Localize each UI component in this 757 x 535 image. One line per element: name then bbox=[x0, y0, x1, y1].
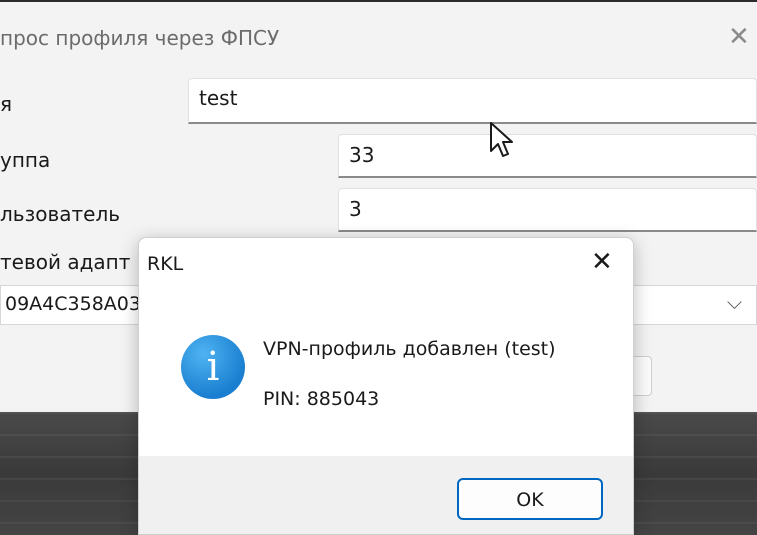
message-dialog: RKL ✕ i VPN-профиль добавлен (test) PIN:… bbox=[138, 237, 634, 535]
dialog-close-icon[interactable]: ✕ bbox=[591, 248, 613, 276]
window-title: прос профиля через ФПСУ bbox=[0, 26, 280, 50]
title-bar: прос профиля через ФПСУ ✕ bbox=[0, 2, 757, 64]
dialog-title: RKL bbox=[147, 253, 184, 275]
adapter-label: тевой адапт bbox=[0, 250, 131, 274]
group-label: уппа bbox=[0, 148, 51, 172]
chevron-down-icon[interactable]: ⌵ bbox=[727, 290, 742, 314]
name-input[interactable]: test bbox=[188, 78, 757, 124]
info-icon: i bbox=[181, 335, 245, 399]
dialog-message: VPN-профиль добавлен (test) bbox=[263, 338, 556, 360]
user-input[interactable]: 3 bbox=[338, 188, 757, 232]
dialog-footer: OK bbox=[139, 456, 633, 534]
ok-button[interactable]: OK bbox=[457, 478, 603, 520]
name-label: я bbox=[0, 92, 13, 116]
user-label: льзователь bbox=[0, 202, 121, 226]
dialog-pin: PIN: 885043 bbox=[263, 388, 380, 410]
adapter-select-value: 09A4C358A03 bbox=[5, 293, 141, 315]
group-input[interactable]: 33 bbox=[338, 134, 757, 178]
window-close-icon[interactable]: ✕ bbox=[728, 24, 750, 50]
mouse-cursor-icon bbox=[490, 122, 513, 157]
